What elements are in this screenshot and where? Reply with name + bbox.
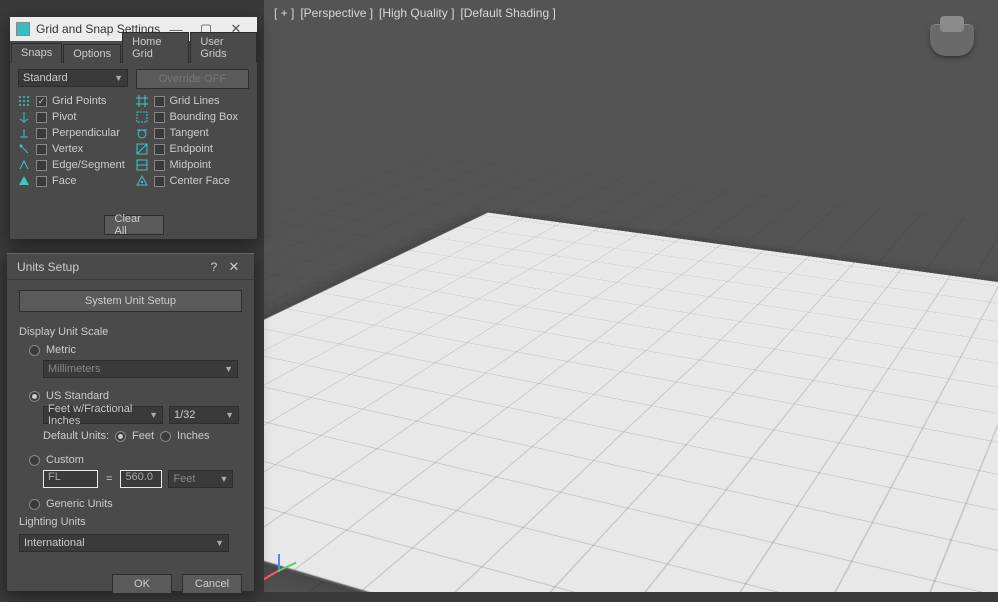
clear-all-button[interactable]: Clear All <box>104 215 164 235</box>
grid-snap-tabs: Snaps Options Home Grid User Grids <box>10 41 257 63</box>
generic-units-radio[interactable] <box>29 499 40 510</box>
app-icon <box>16 22 30 36</box>
lighting-units-value: International <box>24 537 85 549</box>
face-checkbox[interactable] <box>36 176 47 187</box>
metric-radio[interactable] <box>29 345 40 356</box>
vertex-checkbox[interactable] <box>36 144 47 155</box>
tab-snaps[interactable]: Snaps <box>11 43 62 63</box>
tab-options[interactable]: Options <box>63 44 121 63</box>
center-face-icon <box>136 175 148 187</box>
bounding-box-checkbox[interactable] <box>154 112 165 123</box>
custom-radio[interactable] <box>29 455 40 466</box>
us-units-dropdown[interactable]: Feet w/Fractional Inches ▼ <box>43 406 163 424</box>
custom-right-input[interactable]: 560.0 <box>120 470 162 488</box>
endpoint-checkbox[interactable] <box>154 144 165 155</box>
units-setup-title: Units Setup <box>17 260 79 274</box>
metric-units-value: Millimeters <box>48 363 101 375</box>
units-setup-titlebar[interactable]: Units Setup ? ✕ <box>7 254 254 280</box>
midpoint-checkbox[interactable] <box>154 160 165 171</box>
pivot-icon <box>18 111 30 123</box>
inches-radio[interactable] <box>160 431 171 442</box>
midpoint-label: Midpoint <box>170 159 250 171</box>
lighting-units-dropdown[interactable]: International ▼ <box>19 534 229 552</box>
grid-lines-label: Grid Lines <box>170 95 250 107</box>
chevron-down-icon: ▼ <box>220 474 229 484</box>
endpoint-label: Endpoint <box>170 143 250 155</box>
grid-snap-settings-dialog: Grid and Snap Settings — ▢ ✕ Snaps Optio… <box>10 17 257 239</box>
us-standard-radio[interactable] <box>29 391 40 402</box>
viewport-shading[interactable]: [Default Shading ] <box>460 6 555 20</box>
vertex-icon <box>18 143 30 155</box>
custom-unit-value: Feet <box>173 473 195 485</box>
grid-points-checkbox[interactable] <box>36 96 47 107</box>
generic-units-label: Generic Units <box>46 498 113 510</box>
edge-segment-checkbox[interactable] <box>36 160 47 171</box>
tab-home-grid[interactable]: Home Grid <box>122 32 189 63</box>
grid-lines-checkbox[interactable] <box>154 96 165 107</box>
chevron-down-icon: ▼ <box>215 538 224 548</box>
viewport-quality[interactable]: [High Quality ] <box>379 6 454 20</box>
help-button[interactable]: ? <box>204 260 224 274</box>
us-units-value: Feet w/Fractional Inches <box>48 403 149 427</box>
grid-points-icon <box>18 95 30 107</box>
feet-radio[interactable] <box>115 431 126 442</box>
custom-label: Custom <box>46 454 84 466</box>
grid-points-label: Grid Points <box>52 95 132 107</box>
edge-segment-icon <box>18 159 30 171</box>
chevron-down-icon: ▼ <box>225 410 234 420</box>
system-unit-setup-button[interactable]: System Unit Setup <box>19 290 242 312</box>
chevron-down-icon: ▼ <box>149 410 158 420</box>
tangent-checkbox[interactable] <box>154 128 165 139</box>
fraction-dropdown[interactable]: 1/32 ▼ <box>169 406 239 424</box>
custom-unit-dropdown[interactable]: Feet ▼ <box>168 470 233 488</box>
face-label: Face <box>52 175 132 187</box>
chevron-down-icon: ▼ <box>224 364 233 374</box>
grid-lines-icon <box>136 95 148 107</box>
face-icon <box>18 175 30 187</box>
fraction-value: 1/32 <box>174 409 195 421</box>
center-face-label: Center Face <box>170 175 250 187</box>
viewcube[interactable] <box>930 24 974 56</box>
bounding-box-icon <box>136 111 148 123</box>
vertex-label: Vertex <box>52 143 132 155</box>
units-setup-dialog: Units Setup ? ✕ System Unit Setup Displa… <box>7 253 254 591</box>
custom-left-input[interactable]: FL <box>43 470 98 488</box>
perpendicular-checkbox[interactable] <box>36 128 47 139</box>
override-off-button[interactable]: Override OFF <box>136 69 249 89</box>
edge-segment-label: Edge/Segment <box>52 159 132 171</box>
ok-button[interactable]: OK <box>112 574 172 594</box>
center-face-checkbox[interactable] <box>154 176 165 187</box>
viewport-3d[interactable]: [ + ] [Perspective ] [High Quality ] [De… <box>264 0 998 592</box>
viewport-label-bar[interactable]: [ + ] [Perspective ] [High Quality ] [De… <box>274 6 556 20</box>
metric-label: Metric <box>46 344 76 356</box>
snap-type-dropdown[interactable]: Standard ▼ <box>18 69 128 87</box>
tab-user-grids[interactable]: User Grids <box>190 32 257 63</box>
equals-label: = <box>104 473 114 485</box>
inches-label: Inches <box>177 430 209 442</box>
perpendicular-label: Perpendicular <box>52 127 132 139</box>
perpendicular-icon <box>18 127 30 139</box>
us-standard-label: US Standard <box>46 390 109 402</box>
feet-label: Feet <box>132 430 154 442</box>
cancel-button[interactable]: Cancel <box>182 574 242 594</box>
axis-gizmo <box>274 554 304 584</box>
pivot-label: Pivot <box>52 111 132 123</box>
snap-type-value: Standard <box>23 72 68 84</box>
close-button[interactable]: ✕ <box>224 259 244 275</box>
pivot-checkbox[interactable] <box>36 112 47 123</box>
default-units-label: Default Units: <box>43 430 109 442</box>
viewport-view-mode[interactable]: [Perspective ] <box>300 6 373 20</box>
midpoint-icon <box>136 159 148 171</box>
chevron-down-icon: ▼ <box>114 73 123 83</box>
tangent-label: Tangent <box>170 127 250 139</box>
tangent-icon <box>136 127 148 139</box>
viewport-object-plane <box>264 212 998 592</box>
viewport-corner-menu[interactable]: [ + ] <box>274 6 294 20</box>
endpoint-icon <box>136 143 148 155</box>
bounding-box-label: Bounding Box <box>170 111 250 123</box>
lighting-units-label: Lighting Units <box>19 516 242 528</box>
display-unit-scale-label: Display Unit Scale <box>19 326 242 338</box>
metric-units-dropdown[interactable]: Millimeters ▼ <box>43 360 238 378</box>
